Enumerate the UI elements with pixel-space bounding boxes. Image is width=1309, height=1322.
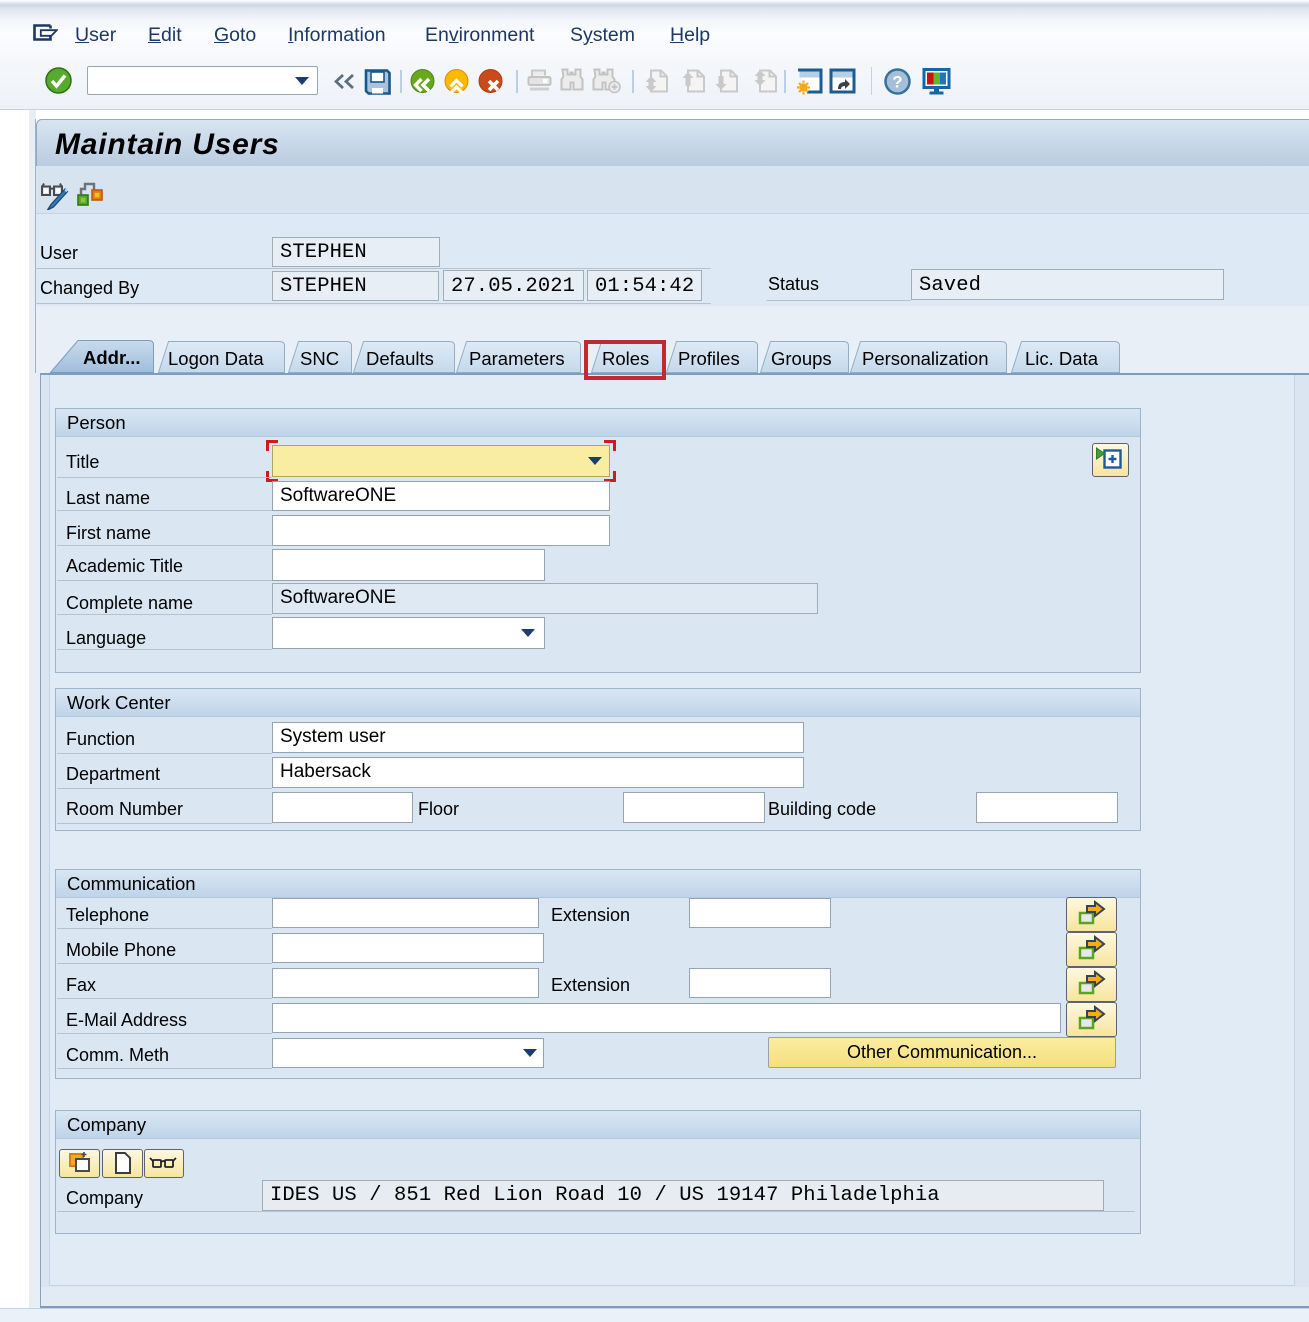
svg-text:?: ? — [892, 73, 902, 92]
